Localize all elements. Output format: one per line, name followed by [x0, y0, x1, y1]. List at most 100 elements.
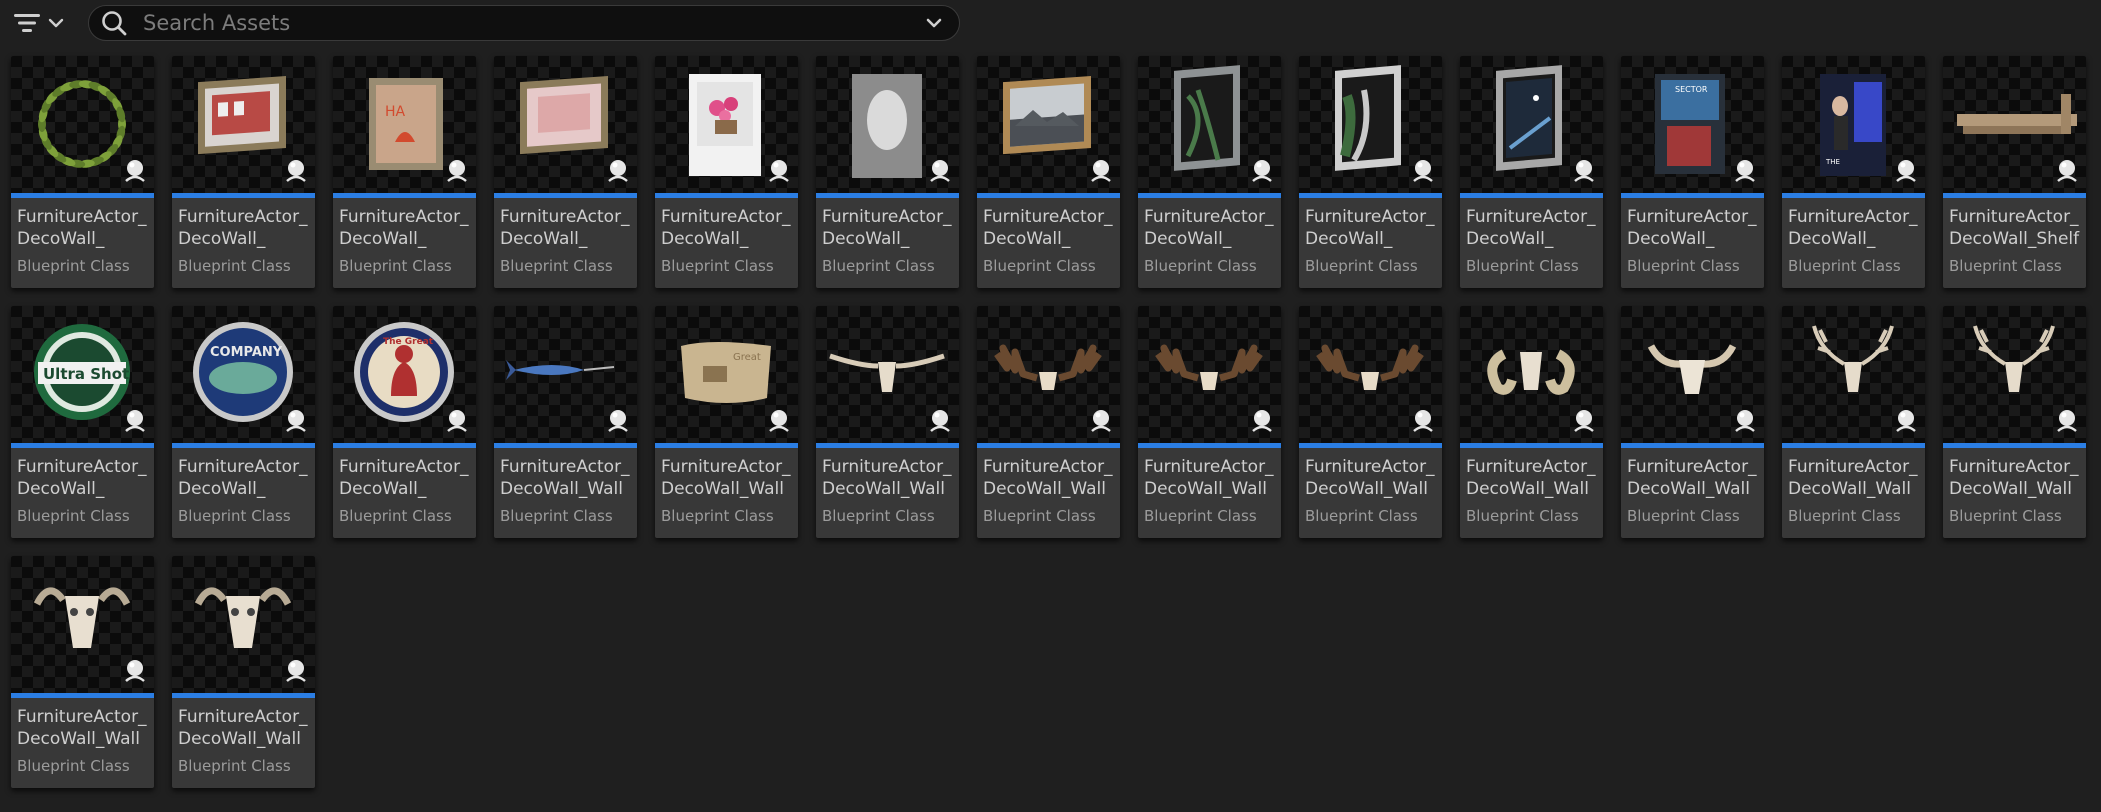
blueprint-class-icon: [1732, 157, 1758, 187]
asset-thumbnail: SECTOR: [1621, 56, 1764, 193]
asset-type-label: Blueprint Class: [983, 257, 1096, 275]
asset-type-label: Blueprint Class: [661, 507, 774, 525]
blueprint-class-icon: [283, 157, 309, 187]
asset-tile[interactable]: FurnitureActor_ DecoWall_Wall Blueprint C…: [977, 306, 1120, 538]
asset-thumbnail: [1943, 306, 2086, 443]
asset-tile[interactable]: FurnitureActor_ DecoWall_ Blueprint Class: [494, 56, 637, 288]
asset-type-label: Blueprint Class: [822, 257, 935, 275]
asset-type-label: Blueprint Class: [17, 257, 130, 275]
asset-name: FurnitureActor_ DecoWall_: [822, 207, 952, 249]
blueprint-class-icon: [766, 157, 792, 187]
asset-type-label: Blueprint Class: [178, 757, 291, 775]
blueprint-class-icon: [1571, 157, 1597, 187]
blueprint-class-icon: [1088, 157, 1114, 187]
asset-tile[interactable]: FurnitureActor_ DecoWall_ Blueprint Class: [1299, 56, 1442, 288]
svg-text:SECTOR: SECTOR: [1675, 85, 1708, 94]
asset-type-label: Blueprint Class: [1466, 507, 1579, 525]
asset-tile[interactable]: Great FurnitureActor_ DecoWall_Wall Bluep…: [655, 306, 798, 538]
asset-tile[interactable]: SECTOR FurnitureActor_ DecoWall_ Blueprin…: [1621, 56, 1764, 288]
blueprint-class-icon: [444, 407, 470, 437]
svg-text:Great: Great: [733, 352, 761, 363]
asset-tile[interactable]: FurnitureActor_ DecoWall_Wall Blueprint C…: [1138, 306, 1281, 538]
asset-thumbnail: [172, 56, 315, 193]
asset-type-label: Blueprint Class: [1305, 507, 1418, 525]
blueprint-class-icon: [122, 157, 148, 187]
asset-tile[interactable]: THE FurnitureActor_ DecoWall_ Blueprint C…: [1782, 56, 1925, 288]
asset-name: FurnitureActor_ DecoWall_: [983, 207, 1113, 249]
asset-type-label: Blueprint Class: [339, 257, 452, 275]
asset-name: FurnitureActor_ DecoWall_: [178, 207, 308, 249]
asset-tile[interactable]: FurnitureActor_ DecoWall_Wall Blueprint C…: [494, 306, 637, 538]
asset-thumbnail: [494, 306, 637, 443]
asset-tile[interactable]: FurnitureActor_ DecoWall_Wall Blueprint C…: [11, 556, 154, 788]
blueprint-class-icon: [122, 407, 148, 437]
asset-thumbnail: [11, 556, 154, 693]
search-input[interactable]: [143, 11, 919, 35]
asset-name: FurnitureActor_ DecoWall_Wall: [661, 457, 791, 499]
asset-thumbnail: THE: [1782, 56, 1925, 193]
asset-tile[interactable]: The Great FurnitureActor_ DecoWall_ Bluep…: [333, 306, 476, 538]
asset-tile[interactable]: FurnitureActor_ DecoWall_Wall Blueprint C…: [816, 306, 959, 538]
asset-tile[interactable]: FurnitureActor_ DecoWall_ Blueprint Class: [816, 56, 959, 288]
asset-thumbnail: [1782, 306, 1925, 443]
asset-tile[interactable]: COMPANY FurnitureActor_ DecoWall_ Bluepri…: [172, 306, 315, 538]
search-bar: [88, 5, 960, 41]
asset-tile[interactable]: FurnitureActor_ DecoWall_ Blueprint Class: [655, 56, 798, 288]
asset-type-label: Blueprint Class: [1466, 257, 1579, 275]
asset-tile[interactable]: FurnitureActor_ DecoWall_Wall Blueprint C…: [1460, 306, 1603, 538]
blueprint-class-icon: [1732, 407, 1758, 437]
blueprint-class-icon: [1893, 157, 1919, 187]
asset-name: FurnitureActor_ DecoWall_Wall: [822, 457, 952, 499]
asset-name: FurnitureActor_ DecoWall_: [17, 457, 147, 499]
asset-name: FurnitureActor_ DecoWall_: [1305, 207, 1435, 249]
filter-lines-icon: [12, 10, 42, 36]
asset-name: FurnitureActor_ DecoWall_Wall: [983, 457, 1113, 499]
asset-type-label: Blueprint Class: [1144, 257, 1257, 275]
filter-button[interactable]: [12, 6, 74, 40]
asset-type-label: Blueprint Class: [1144, 507, 1257, 525]
asset-tile[interactable]: FurnitureActor_ DecoWall_ Blueprint Class: [172, 56, 315, 288]
asset-thumbnail: [494, 56, 637, 193]
asset-tile[interactable]: FurnitureActor_ DecoWall_Wall Blueprint C…: [1782, 306, 1925, 538]
asset-type-label: Blueprint Class: [1627, 257, 1740, 275]
asset-name: FurnitureActor_ DecoWall_Wall: [500, 457, 630, 499]
asset-name: FurnitureActor_ DecoWall_: [1466, 207, 1596, 249]
svg-text:Ultra Shot: Ultra Shot: [43, 365, 129, 383]
asset-type-label: Blueprint Class: [1788, 257, 1901, 275]
blueprint-class-icon: [1088, 407, 1114, 437]
asset-name: FurnitureActor_ DecoWall_Wall: [1305, 457, 1435, 499]
asset-tile[interactable]: HA FurnitureActor_ DecoWall_ Blueprint Cl…: [333, 56, 476, 288]
asset-name: FurnitureActor_ DecoWall_Wall: [1144, 457, 1274, 499]
asset-type-label: Blueprint Class: [178, 257, 291, 275]
asset-type-label: Blueprint Class: [500, 507, 613, 525]
svg-text:THE: THE: [1825, 158, 1840, 166]
search-options-chevron-icon[interactable]: [919, 8, 949, 38]
asset-tile[interactable]: FurnitureActor_ DecoWall_ Blueprint Class: [1138, 56, 1281, 288]
asset-type-label: Blueprint Class: [17, 507, 130, 525]
blueprint-class-icon: [927, 407, 953, 437]
blueprint-class-icon: [1410, 407, 1436, 437]
chevron-down-icon: [46, 13, 66, 33]
asset-tile[interactable]: Ultra Shot FurnitureActor_ DecoWall_ Blue…: [11, 306, 154, 538]
asset-thumbnail: Great: [655, 306, 798, 443]
asset-name: FurnitureActor_ DecoWall_: [339, 207, 469, 249]
asset-name: FurnitureActor_ DecoWall_: [1627, 207, 1757, 249]
blueprint-class-icon: [605, 407, 631, 437]
asset-tile[interactable]: FurnitureActor_ DecoWall_ Blueprint Class: [11, 56, 154, 288]
asset-tile[interactable]: FurnitureActor_ DecoWall_ Blueprint Class: [977, 56, 1120, 288]
blueprint-class-icon: [444, 157, 470, 187]
asset-thumbnail: [1299, 306, 1442, 443]
asset-tile[interactable]: FurnitureActor_ DecoWall_Wall Blueprint C…: [1943, 306, 2086, 538]
asset-tile[interactable]: FurnitureActor_ DecoWall_Wall Blueprint C…: [1621, 306, 1764, 538]
asset-name: FurnitureActor_ DecoWall_: [500, 207, 630, 249]
asset-tile[interactable]: FurnitureActor_ DecoWall_Wall Blueprint C…: [1299, 306, 1442, 538]
asset-thumbnail: [11, 56, 154, 193]
svg-text:COMPANY: COMPANY: [210, 345, 283, 360]
blueprint-class-icon: [1893, 407, 1919, 437]
asset-tile[interactable]: FurnitureActor_ DecoWall_Shelf Blueprint …: [1943, 56, 2086, 288]
svg-text:HA: HA: [385, 104, 406, 120]
asset-tile[interactable]: FurnitureActor_ DecoWall_ Blueprint Class: [1460, 56, 1603, 288]
asset-tile[interactable]: FurnitureActor_ DecoWall_Wall Blueprint C…: [172, 556, 315, 788]
blueprint-class-icon: [1571, 407, 1597, 437]
asset-thumbnail: [816, 56, 959, 193]
